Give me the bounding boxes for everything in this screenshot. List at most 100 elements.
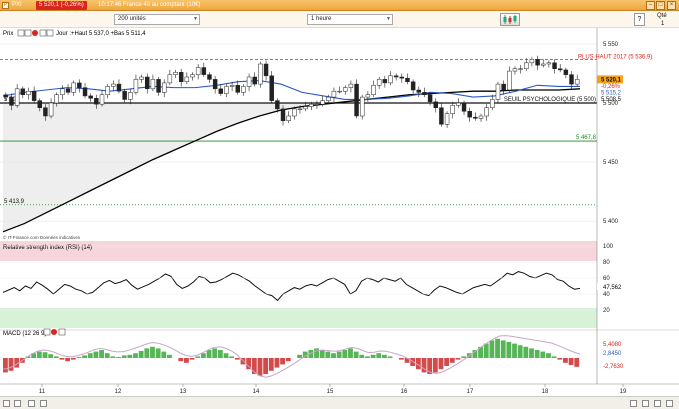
close-icon[interactable] <box>51 329 57 335</box>
candle-body <box>416 89 422 93</box>
ohlc-summary: Jour :+Haut 5 537,0 +Bas 5 511,4 <box>56 31 146 37</box>
time-tick-label: 13 <box>180 389 187 395</box>
grid-icon[interactable] <box>3 400 10 407</box>
candle-body <box>484 107 489 117</box>
rsi-line <box>2 271 581 302</box>
zoom-icon[interactable] <box>28 400 35 407</box>
window-icon[interactable] <box>58 328 66 336</box>
macd-bar <box>353 351 359 358</box>
macd-bar <box>331 353 336 358</box>
candle-body <box>518 68 523 70</box>
candle-body <box>524 62 529 69</box>
macd-bar <box>65 358 71 362</box>
macd-bar <box>144 348 150 358</box>
candle-body <box>512 68 518 72</box>
macd-bar <box>223 353 229 358</box>
chevron-down-icon: ▼ <box>386 16 391 22</box>
window-icon[interactable] <box>39 29 47 37</box>
macd-value-2: 2,8450 <box>603 351 622 357</box>
candle-body <box>456 102 461 106</box>
last-value-badges: 5 520,1-0,26%5 515,25 508,5 <box>597 75 623 103</box>
units-select[interactable]: 200 unités ▼ <box>114 14 200 25</box>
macd-bar <box>546 353 551 358</box>
minimize-button[interactable]: – <box>646 1 655 10</box>
macd-bar <box>206 350 212 358</box>
macd-bar <box>319 350 325 358</box>
candle-body <box>128 92 133 100</box>
candle-body <box>218 88 224 94</box>
candle-body <box>275 100 280 110</box>
macd-bar <box>432 358 438 373</box>
macd-bar <box>184 358 189 363</box>
candle-body <box>314 103 320 106</box>
macd-bar <box>257 358 263 376</box>
zoom-out-icon[interactable] <box>666 400 673 407</box>
time-tick-label: 17 <box>467 389 474 395</box>
rsi-tick-label: 100 <box>603 244 614 250</box>
macd-value-badges: 5,4080 2,8450 -2,7630 <box>603 342 624 370</box>
candle-body <box>48 102 54 117</box>
close-icon[interactable] <box>32 30 38 36</box>
rsi-value-badge: 47,562 <box>597 283 622 291</box>
candle-body <box>145 76 150 90</box>
time-tick-label: 12 <box>115 389 122 395</box>
candle-body <box>405 77 410 82</box>
price-tick-label: 5 450 <box>603 160 619 166</box>
window-icon[interactable] <box>24 29 32 37</box>
macd-bar <box>568 358 574 366</box>
chevron-down-icon: ▼ <box>193 16 198 22</box>
macd-value-3: -2,7630 <box>603 364 624 370</box>
settings-icon[interactable] <box>43 328 51 336</box>
candle-body <box>427 94 433 103</box>
candle-body <box>31 90 37 101</box>
scroll-right-icon[interactable] <box>642 400 649 407</box>
candle-body <box>574 79 580 85</box>
macd-bar <box>359 354 365 358</box>
period-select[interactable]: 1 heure ▼ <box>307 14 393 25</box>
candle-body <box>359 96 365 117</box>
candle-body <box>292 108 297 117</box>
macd-bar <box>53 356 59 358</box>
candle-body <box>60 88 65 95</box>
candle-body <box>467 111 472 118</box>
macd-bar <box>336 351 342 358</box>
window-title: 10:17:46 France 40 au comptant (10€) <box>98 2 201 8</box>
pointer-icon[interactable] <box>14 400 21 407</box>
macd-bar <box>387 356 393 358</box>
candle-body <box>490 99 495 108</box>
macd-bar <box>557 358 563 360</box>
macd-bar <box>500 340 506 358</box>
macd-bar <box>195 356 201 358</box>
candle-body <box>557 68 563 71</box>
macd-bar <box>489 340 495 358</box>
symbol-label: PXI <box>12 2 22 8</box>
maximize-button[interactable]: □ <box>656 1 665 10</box>
candle-body <box>14 88 20 106</box>
candle-body <box>20 88 26 95</box>
time-tick-label: 16 <box>401 389 408 395</box>
macd-bar <box>382 354 387 358</box>
candle-body <box>552 62 557 69</box>
candle-body <box>563 69 569 75</box>
settings-icon[interactable] <box>17 29 25 37</box>
candle-body <box>529 59 535 64</box>
price-axis: 5 4005 4505 5005 550 <box>603 42 619 225</box>
close-button[interactable]: × <box>667 1 676 10</box>
draw-icon[interactable] <box>40 400 47 407</box>
help-button[interactable]: ? <box>634 13 645 26</box>
candle-body <box>541 63 546 66</box>
window-icon[interactable] <box>46 29 54 37</box>
candle-body <box>337 90 342 93</box>
candle-body <box>229 85 235 87</box>
candle-body <box>246 76 252 87</box>
quantity-value[interactable]: 1 <box>661 21 664 27</box>
zoom-in-icon[interactable] <box>654 400 661 407</box>
candle-body <box>82 87 88 97</box>
candle-body <box>433 101 438 108</box>
scroll-left-icon[interactable] <box>630 400 637 407</box>
candle-body <box>439 107 444 125</box>
candle-body <box>388 75 393 84</box>
chart-type-button[interactable] <box>500 13 520 26</box>
panel-tool-icons <box>17 29 54 37</box>
candle-body <box>393 75 399 78</box>
